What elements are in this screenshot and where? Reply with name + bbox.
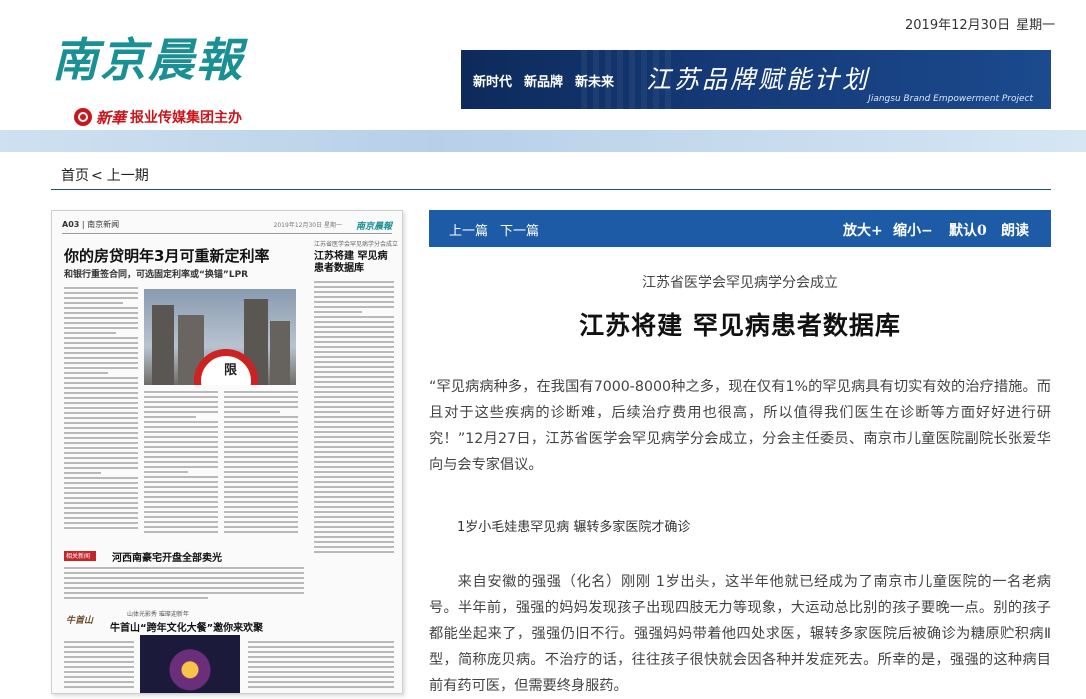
thumbnail-text-column — [64, 567, 304, 602]
issue-date: 2019年12月30日 星期一 — [905, 14, 1055, 33]
thumbnail-header: A03 | 南京新闻 2019年12月30日 星期一 南京晨報 — [62, 220, 392, 234]
article-title: 江苏将建 罕见病患者数据库 — [579, 311, 901, 340]
header-sky-strip — [0, 130, 1086, 152]
thumbnail-date: 2019年12月30日 星期一 — [273, 222, 342, 229]
thumbnail-side-headline[interactable]: 江苏将建 罕见病患者数据库 — [314, 251, 394, 275]
previous-article-link[interactable]: 上一篇 — [449, 220, 488, 239]
thumbnail-ad-kicker: 山体光影秀 璀璨迎新年 — [127, 611, 189, 618]
publisher-name: 报业传媒集团主办 — [130, 110, 243, 126]
page-label: A03 — [62, 220, 80, 229]
section-label: 南京新闻 — [87, 220, 120, 229]
chevron-left-icon: < — [91, 168, 103, 184]
banner-slogan: 新未来 — [575, 75, 615, 90]
banner-title: 江苏品牌赋能计划 — [646, 65, 871, 94]
xinhua-logo-icon — [74, 108, 92, 126]
zoom-in-button[interactable]: 放大+ — [843, 220, 883, 240]
article-toolbar: 上一篇 下一篇 放大+ 缩小− 默认0 朗读 — [429, 210, 1051, 247]
brand-project-banner[interactable]: 新时代 新品牌 新未来 江苏品牌赋能计划 Jiangsu Brand Empower… — [461, 50, 1051, 109]
breadcrumb-previous-issue-link[interactable]: 上一期 — [107, 168, 149, 184]
article-subheading: 1岁小毛娃患罕见病 辗转多家医院才确诊 — [457, 520, 691, 535]
banner-slogan: 新时代 — [473, 75, 513, 90]
limit-sign-text: 限 — [224, 363, 238, 378]
article-paragraph-text: “罕见病病种多，在我国有7000-8000种之多，现在仅有1%的罕见病具有切实有… — [429, 379, 1051, 473]
thumbnail-subheadline: 和银行重签合同，可选固定利率或“换锚”LPR — [64, 270, 249, 280]
thumbnail-ad-title[interactable]: 牛首山“跨年文化大餐”邀你来欢聚 — [110, 619, 263, 634]
group-logo-text: 新華 — [96, 108, 127, 127]
zoom-out-button[interactable]: 缩小− — [893, 220, 933, 240]
masthead: 南京晨報 新華 报业传媒集团主办 2019年12月30日 星期一 新时代 新品牌 新未… — [0, 0, 1086, 130]
article-paragraph: “罕见病病种多，在我国有7000-8000种之多，现在仅有1%的罕见病具有切实有… — [429, 374, 1051, 478]
article-paragraph-text: 来自安徽的强强（化名）刚刚 1岁出头，这半年他就已经成为了南京市儿童医院的一名老… — [429, 574, 1051, 694]
thumbnail-text-column — [144, 391, 218, 536]
banner-subtitle: Jiangsu Brand Empowerment Project — [868, 94, 1033, 104]
thumbnail-ad-photo — [140, 635, 240, 693]
thumbnail-headline[interactable]: 你的房贷明年3月可重新定利率 — [64, 245, 269, 266]
read-aloud-button[interactable]: 朗读 — [1001, 220, 1029, 240]
thumbnail-red-tag-text: 相关新闻 — [66, 553, 91, 560]
article-paragraph: 来自安徽的强强（化名）刚刚 1岁出头，这半年他就已经成为了南京市儿童医院的一名老… — [429, 569, 1051, 699]
thumbnail-text-column — [64, 287, 138, 532]
thumbnail-photo: 限 — [144, 289, 296, 385]
publisher-line: 新華 报业传媒集团主办 — [74, 106, 242, 128]
banner-slogan: 新品牌 — [524, 75, 564, 90]
thumbnail-story-title[interactable]: 河西南豪宅开盘全部卖光 — [112, 549, 222, 564]
breadcrumb-home-link[interactable]: 首页 — [61, 168, 89, 184]
next-article-link[interactable]: 下一篇 — [500, 220, 539, 239]
thumbnail-ad-logo: 牛首山 — [66, 616, 94, 626]
divider — [51, 189, 1051, 190]
newspaper-page-thumbnail[interactable]: A03 | 南京新闻 2019年12月30日 星期一 南京晨報 你的房贷明年3月… — [51, 210, 403, 694]
weekday-text: 星期一 — [1016, 18, 1056, 33]
reset-zoom-button[interactable]: 默认0 — [949, 220, 987, 240]
breadcrumb: 首页 < 上一期 — [61, 165, 149, 185]
building-shape — [270, 321, 290, 385]
thumbnail-side-kicker: 江苏省医学会罕见病学分会成立 — [314, 241, 399, 248]
thumbnail-text-column — [224, 391, 298, 536]
building-shape — [152, 305, 174, 385]
site-logo[interactable]: 南京晨報 — [52, 30, 282, 90]
thumbnail-text-column — [248, 641, 394, 691]
date-text: 2019年12月30日 — [905, 18, 1011, 33]
banner-slogans: 新时代 新品牌 新未来 — [473, 71, 626, 90]
thumbnail-text-column — [314, 281, 394, 556]
article-kicker: 江苏省医学会罕见病学分会成立 — [642, 275, 838, 291]
thumbnail-text-column — [64, 641, 134, 691]
thumbnail-logo: 南京晨報 — [355, 222, 392, 232]
